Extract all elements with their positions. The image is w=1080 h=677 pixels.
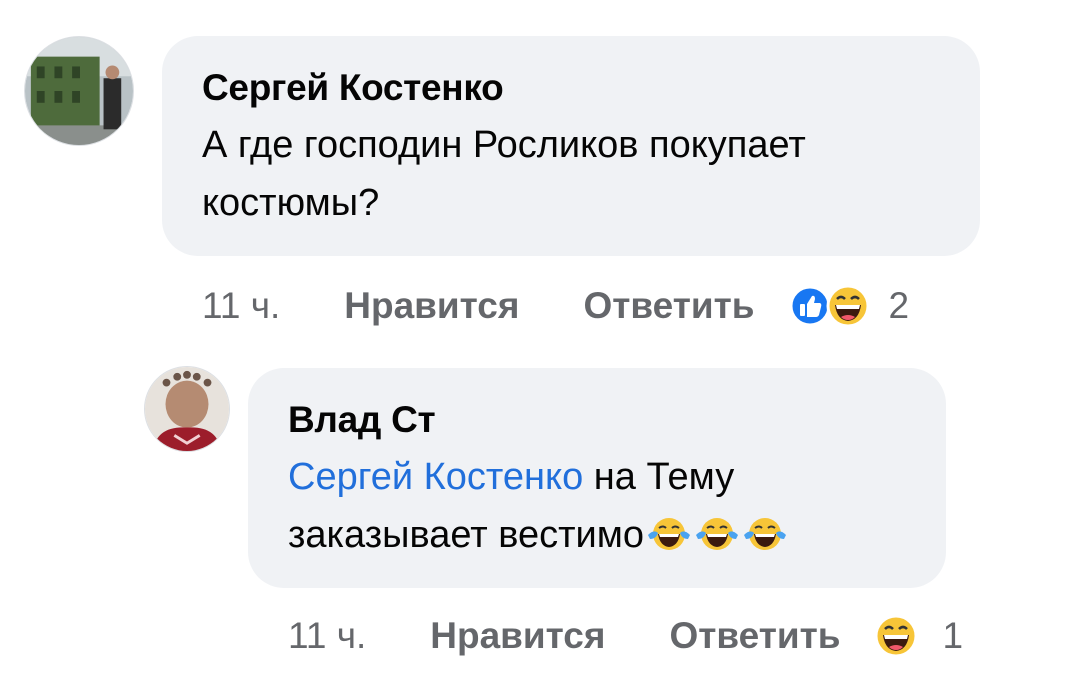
comment-time[interactable]: 11 ч. (202, 285, 280, 327)
like-button[interactable]: Нравится (430, 615, 605, 657)
avatar-sergey[interactable] (24, 36, 134, 146)
haha-icon (874, 614, 918, 658)
reaction-summary[interactable]: 1 (874, 614, 963, 658)
reaction-summary[interactable]: 2 (788, 284, 909, 328)
comment-text: А где господин Росликов покупает костюмы… (202, 116, 940, 232)
reply-meta: 11 ч. Нравится Ответить 1 (288, 612, 963, 660)
comment-time[interactable]: 11 ч. (288, 615, 366, 657)
reply-button[interactable]: Ответить (583, 285, 754, 327)
comment-author[interactable]: Влад Ст (288, 398, 906, 442)
comment-text-fragment: заказывает вестимо (288, 514, 644, 556)
comment-text-line: заказывает вестимо (288, 506, 906, 564)
comment-bubble: Сергей Костенко А где господин Росликов … (162, 36, 980, 256)
comment-text-fragment: на Тему (583, 456, 735, 498)
tears-of-joy-emoji (695, 518, 738, 550)
avatar-image (25, 37, 133, 145)
like-button[interactable]: Нравится (344, 285, 519, 327)
reply-button[interactable]: Ответить (669, 615, 840, 657)
comment-text-line: Сергей Костенко на Тему (288, 448, 906, 506)
avatar-image (145, 367, 229, 451)
tears-of-joy-emoji (743, 518, 786, 550)
reply-bubble: Влад Ст Сергей Костенко на Тему заказыва… (248, 368, 946, 588)
reaction-count: 1 (942, 615, 964, 656)
comment-text-line: А где господин Росликов покупает (202, 124, 806, 166)
reaction-count: 2 (888, 285, 910, 326)
mention-link[interactable]: Сергей Костенко (288, 456, 583, 498)
comment-text: Сергей Костенко на Тему заказывает вести… (288, 448, 906, 564)
comment-author[interactable]: Сергей Костенко (202, 66, 940, 110)
avatar-vlad[interactable] (144, 366, 230, 452)
tears-of-joy-emoji (647, 518, 690, 550)
haha-icon (826, 284, 870, 328)
comment-meta: 11 ч. Нравится Ответить 2 (202, 282, 909, 330)
comment-text-line: костюмы? (202, 182, 380, 224)
